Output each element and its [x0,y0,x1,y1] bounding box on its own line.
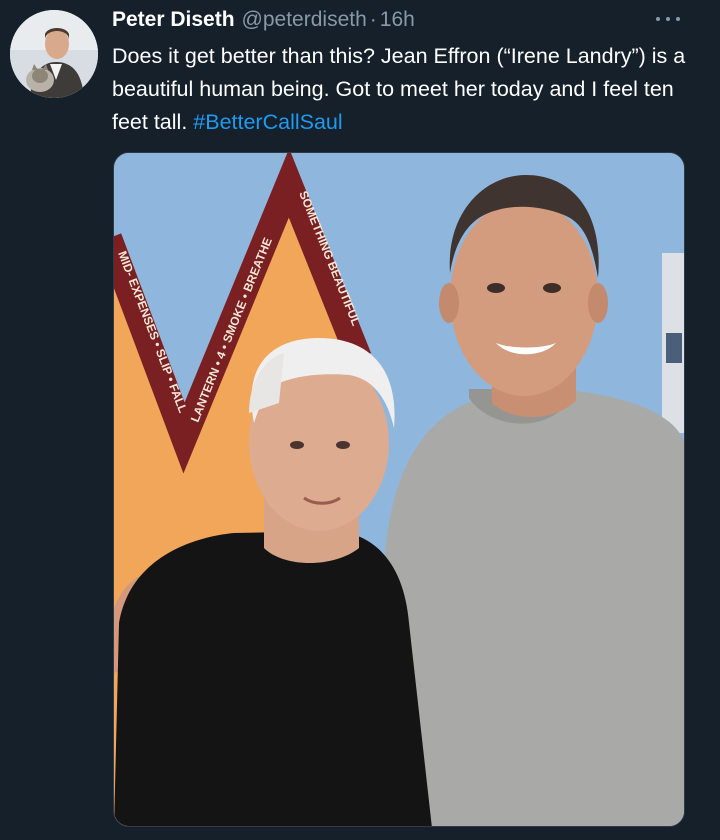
photo-scene: MID- EXPENSES • SLIP • FALL LANTERN • 4 … [114,153,684,826]
avatar[interactable] [10,10,98,98]
more-horizontal-icon[interactable] [650,6,686,32]
author-name[interactable]: Peter Diseth [112,6,235,34]
avatar-image [10,10,98,98]
tweet-text: Does it get better than this? Jean Effro… [112,40,702,139]
author-handle[interactable]: @peterdiseth [242,6,367,34]
tweet-header: Peter Diseth @peterdiseth · 16h [112,6,652,36]
tweet-card[interactable]: Peter Diseth @peterdiseth · 16h Does it … [0,0,720,840]
hashtag-link[interactable]: #BetterCallSaul [193,110,342,134]
tweet-photo[interactable]: MID- EXPENSES • SLIP • FALL LANTERN • 4 … [113,152,685,827]
timestamp[interactable]: 16h [380,6,415,34]
separator-dot: · [369,8,377,31]
